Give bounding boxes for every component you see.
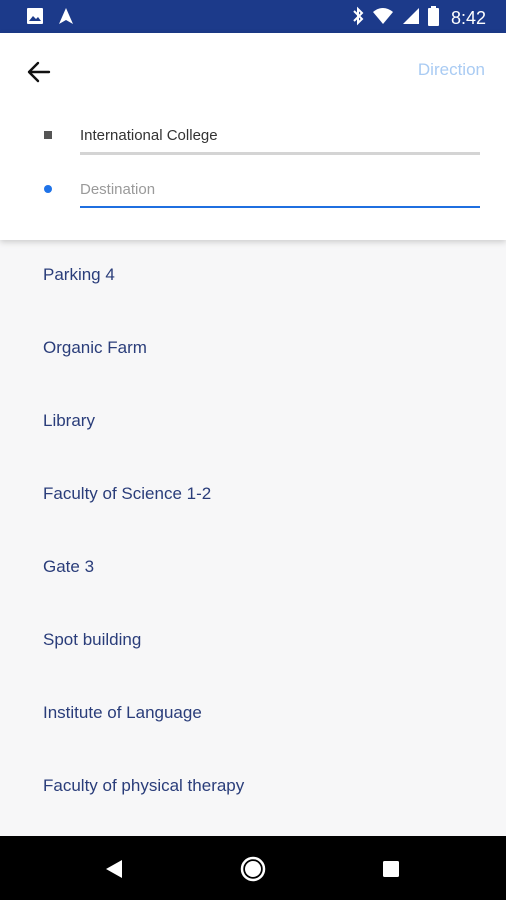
list-item[interactable]: Spot building [43, 630, 141, 650]
back-button[interactable] [22, 55, 56, 89]
place-list: Parking 4 Organic Farm Library Faculty o… [0, 240, 506, 836]
nav-recents-button[interactable] [376, 854, 406, 884]
list-item[interactable]: Faculty of Science 1-2 [43, 484, 211, 504]
list-item[interactable]: Organic Farm [43, 338, 147, 358]
status-bar: 8:42 [0, 0, 506, 33]
list-item[interactable]: Library [43, 411, 95, 431]
status-time: 8:42 [450, 8, 486, 28]
signal-icon [402, 7, 420, 30]
list-item[interactable]: Faculty of physical therapy [43, 776, 244, 796]
home-circle-icon [238, 856, 268, 888]
bluetooth-icon [352, 6, 364, 31]
origin-marker-icon [44, 131, 52, 139]
list-item[interactable]: Institute of Language [43, 703, 202, 723]
back-triangle-icon [100, 860, 130, 888]
wifi-icon [372, 7, 394, 30]
nav-back-button[interactable] [100, 854, 130, 884]
arrow-left-icon [22, 61, 56, 93]
image-icon [26, 7, 44, 30]
origin-input[interactable] [80, 127, 480, 155]
navigation-icon [58, 7, 74, 30]
nav-home-button[interactable] [238, 854, 268, 884]
destination-input[interactable] [80, 181, 480, 208]
list-item[interactable]: Gate 3 [43, 557, 94, 577]
destination-marker-icon [44, 185, 52, 193]
navigation-bar [0, 836, 506, 900]
direction-button[interactable]: Direction [418, 60, 485, 80]
battery-icon [427, 6, 439, 31]
route-header: Direction [0, 33, 506, 240]
recents-square-icon [376, 861, 406, 888]
list-item[interactable]: Parking 4 [43, 265, 115, 285]
